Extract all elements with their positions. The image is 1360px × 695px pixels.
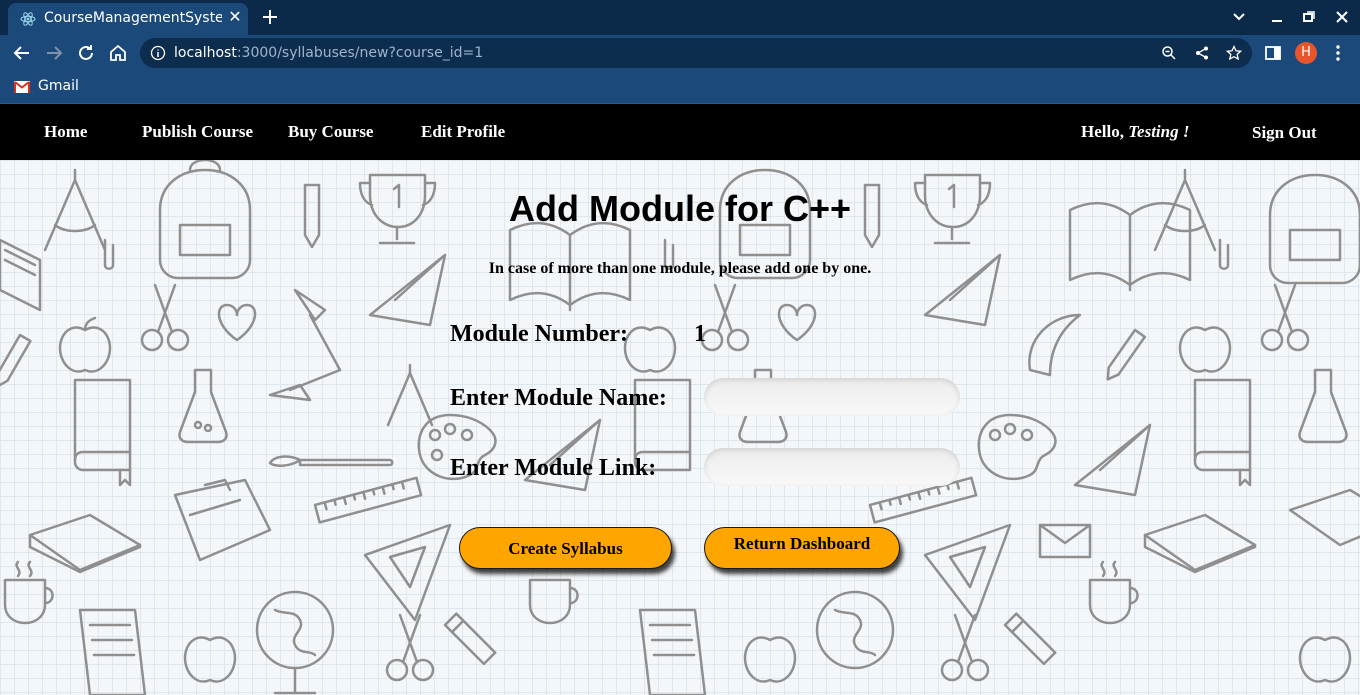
main-content: Add Module for C++ In case of more than … [0, 160, 1360, 695]
create-syllabus-button[interactable]: Create Syllabus [459, 527, 672, 569]
profile-avatar[interactable]: H [1295, 42, 1317, 64]
side-panel-icon[interactable] [1263, 43, 1283, 63]
nav-edit-profile-link[interactable]: Edit Profile [421, 122, 505, 142]
share-icon[interactable] [1194, 45, 1210, 61]
site-navbar: Home Publish Course Buy Course Edit Prof… [0, 104, 1360, 160]
gmail-icon [14, 81, 30, 93]
minimize-icon[interactable] [1265, 6, 1289, 28]
module-link-input[interactable] [704, 448, 960, 486]
sign-out-link[interactable]: Sign Out [1252, 123, 1317, 143]
restore-icon[interactable] [1297, 6, 1321, 28]
page-title: Add Module for C++ [509, 188, 851, 229]
forward-icon[interactable] [42, 41, 66, 65]
nav-buy-course-link[interactable]: Buy Course [288, 122, 373, 142]
chevron-down-icon[interactable] [1227, 6, 1251, 28]
zoom-icon[interactable] [1161, 45, 1177, 61]
bookmarks-bar: Gmail [0, 71, 1360, 104]
star-icon[interactable] [1226, 45, 1242, 61]
browser-tab[interactable]: CourseManagementSystem ✕ [8, 3, 248, 35]
instruction-text: In case of more than one module, please … [488, 260, 872, 277]
module-name-label: Enter Module Name: [450, 385, 667, 411]
close-window-icon[interactable] [1330, 6, 1354, 28]
module-name-input[interactable] [704, 378, 960, 416]
kebab-menu-icon[interactable] [1328, 43, 1348, 63]
address-bar[interactable]: localhost:3000/syllabuses/new?course_id=… [140, 38, 1252, 68]
module-number-label: Module Number: [450, 321, 628, 347]
module-link-label: Enter Module Link: [450, 455, 657, 481]
return-dashboard-button[interactable]: Return Dashboard [704, 527, 900, 569]
module-number-value: 1 [694, 321, 706, 347]
nav-home-link[interactable]: Home [44, 122, 87, 142]
nav-publish-course-link[interactable]: Publish Course [142, 122, 253, 142]
school-doodle-background [0, 160, 1360, 695]
browser-tabstrip: CourseManagementSystem ✕ [0, 0, 1360, 35]
home-icon[interactable] [106, 41, 130, 65]
close-tab-icon[interactable]: ✕ [226, 9, 244, 27]
bookmark-label: Gmail [38, 78, 79, 94]
browser-toolbar: localhost:3000/syllabuses/new?course_id=… [0, 35, 1360, 71]
reload-icon[interactable] [74, 41, 98, 65]
url-text: localhost:3000/syllabuses/new?course_id=… [174, 45, 484, 61]
user-greeting: Hello, Testing ! [1081, 122, 1190, 141]
react-icon [20, 12, 36, 26]
tab-title: CourseManagementSystem [44, 10, 222, 26]
new-tab-icon[interactable] [258, 5, 282, 29]
info-icon[interactable] [150, 45, 166, 61]
back-icon[interactable] [10, 41, 34, 65]
